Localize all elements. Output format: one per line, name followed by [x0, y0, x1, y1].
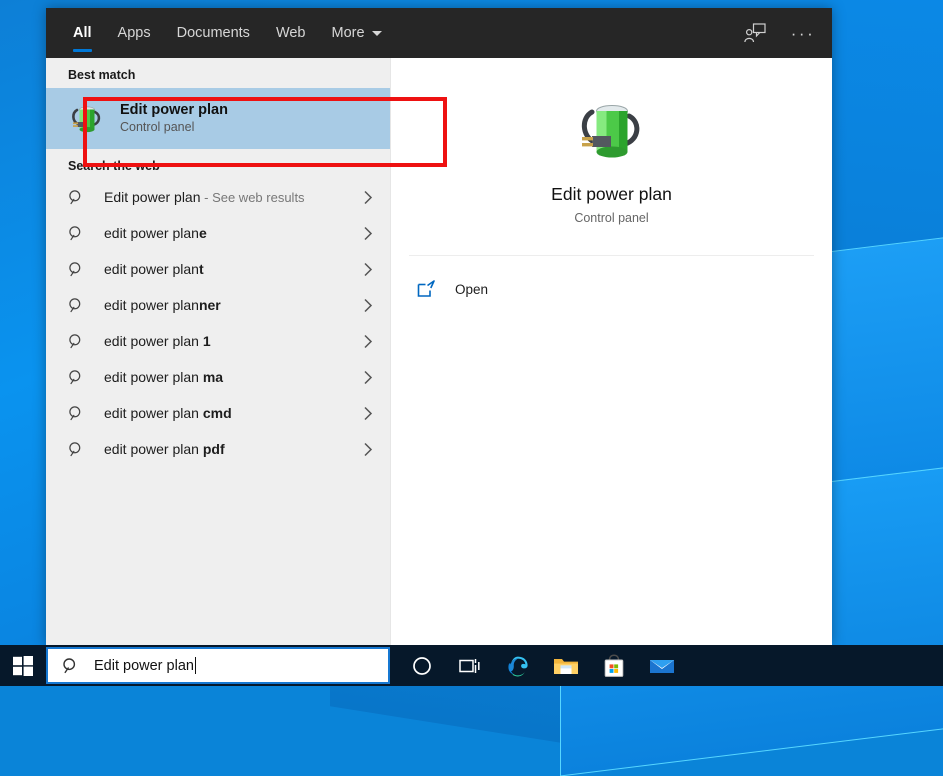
more-options-label: ··· [790, 23, 816, 43]
tab-apps-label: Apps [117, 25, 151, 41]
chevron-right-icon [360, 298, 376, 313]
web-suggestion-row[interactable]: edit power plan cmd [46, 395, 390, 431]
preview-title: Edit power plan [551, 184, 672, 204]
search-icon [62, 657, 88, 675]
web-suggestion-label: edit power plan cmd [104, 405, 232, 421]
search-icon [68, 441, 94, 458]
preview-content: Edit power plan Control panel [391, 58, 832, 225]
best-match-row[interactable]: Edit power plan Control panel [46, 88, 390, 149]
preview-subtitle: Control panel [574, 211, 649, 225]
task-view-icon[interactable] [446, 645, 494, 686]
tab-more[interactable]: More [319, 8, 395, 58]
best-match-label: Best match [68, 68, 136, 82]
web-suggestion-label: edit power plan pdf [104, 441, 225, 457]
web-suggestion-label: edit power plan 1 [104, 333, 211, 349]
more-options-icon[interactable]: ··· [790, 20, 816, 46]
search-the-web-label: Search the web [68, 159, 160, 173]
web-suggestion-row[interactable]: edit power plan 1 [46, 323, 390, 359]
tab-web-label: Web [275, 25, 306, 41]
search-icon [68, 261, 94, 278]
web-suggestion-label: edit power plant [104, 261, 204, 277]
chevron-right-icon [360, 406, 376, 421]
web-suggestion-label: edit power planner [104, 297, 221, 313]
chevron-right-icon [360, 370, 376, 385]
taskbar: Edit power plan [0, 645, 943, 686]
tab-apps[interactable]: Apps [105, 8, 164, 58]
taskbar-icons [398, 645, 686, 686]
best-match-title: Edit power plan [120, 101, 228, 118]
chevron-down-icon [371, 30, 382, 36]
best-match-text: Edit power plan Control panel [120, 101, 228, 137]
web-suggestion-label: Edit power plan - See web results [104, 189, 305, 205]
tab-all[interactable]: All [60, 8, 105, 58]
search-icon [68, 225, 94, 242]
chevron-right-icon [360, 262, 376, 277]
microsoft-store-icon[interactable] [590, 645, 638, 686]
open-action-row[interactable]: Open [391, 268, 832, 310]
taskbar-search-input[interactable]: Edit power plan [46, 647, 390, 684]
preview-pane: Edit power plan Control panel Open [390, 58, 832, 645]
web-suggestion-list: Edit power plan - See web results edit po… [46, 179, 390, 467]
web-suggestion-label: edit power plan ma [104, 369, 224, 385]
search-icon [68, 369, 94, 386]
chevron-right-icon [360, 190, 376, 205]
web-suggestion-row[interactable]: Edit power plan - See web results [46, 179, 390, 215]
best-match-subtitle: Control panel [120, 119, 195, 134]
tab-list: All Apps Documents Web More [46, 8, 395, 58]
web-suggestion-label: edit power plane [104, 225, 207, 241]
web-suggestion-row[interactable]: edit power planner [46, 287, 390, 323]
chevron-right-icon [360, 334, 376, 349]
feedback-person-icon[interactable] [742, 20, 768, 46]
edge-icon[interactable] [494, 645, 542, 686]
preview-divider [409, 255, 814, 256]
tab-web[interactable]: Web [263, 8, 319, 58]
search-icon [68, 189, 94, 206]
chevron-right-icon [360, 442, 376, 457]
web-suggestion-row[interactable]: edit power plan ma [46, 359, 390, 395]
search-icon [68, 297, 94, 314]
chevron-right-icon [360, 226, 376, 241]
tab-documents[interactable]: Documents [164, 8, 263, 58]
search-flyout: All Apps Documents Web More ··· Best mat… [46, 8, 832, 645]
file-explorer-icon[interactable] [542, 645, 590, 686]
search-icon [68, 405, 94, 422]
search-input-value: Edit power plan [94, 657, 194, 674]
web-suggestion-row[interactable]: edit power plane [46, 215, 390, 251]
search-tab-bar: All Apps Documents Web More ··· [46, 8, 832, 58]
tab-all-label: All [73, 25, 92, 41]
power-plan-battery-icon [573, 92, 651, 170]
windows-logo-icon[interactable] [0, 645, 46, 686]
search-icon [68, 333, 94, 350]
tab-active-underline [73, 49, 92, 52]
open-action-label: Open [455, 281, 489, 297]
results-column: Best match Edit power plan Control panel… [46, 58, 390, 645]
header-actions: ··· [742, 8, 832, 58]
search-results-body: Best match Edit power plan Control panel… [46, 58, 832, 645]
mail-icon[interactable] [638, 645, 686, 686]
web-suggestion-row[interactable]: edit power plan pdf [46, 431, 390, 467]
web-suggestion-row[interactable]: edit power plant [46, 251, 390, 287]
power-plan-battery-icon [68, 100, 106, 138]
text-cursor [194, 657, 196, 674]
tab-documents-label: Documents [176, 25, 250, 41]
cortana-icon[interactable] [398, 645, 446, 686]
tab-more-label: More [331, 25, 365, 41]
open-external-icon [417, 280, 439, 298]
